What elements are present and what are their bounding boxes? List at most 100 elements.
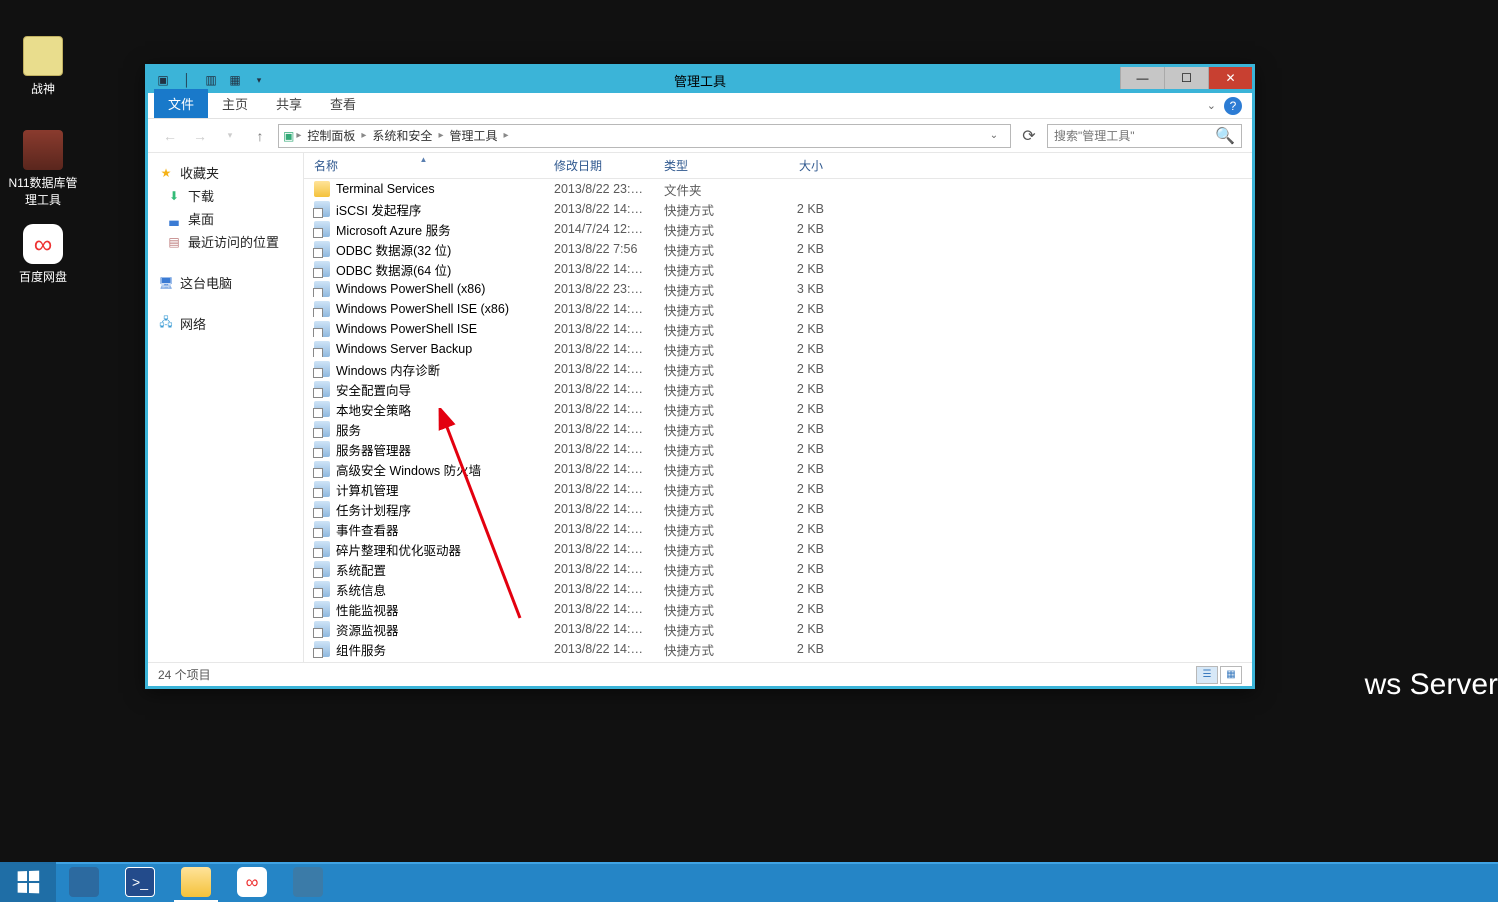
- close-button[interactable]: ✕: [1208, 67, 1252, 89]
- file-row[interactable]: 系统信息2013/8/22 14:53快捷方式2 KB: [304, 579, 1252, 599]
- up-button[interactable]: ↑: [248, 124, 272, 148]
- file-row[interactable]: 组件服务2013/8/22 14:57快捷方式2 KB: [304, 639, 1252, 659]
- file-row[interactable]: 服务2013/8/22 14:54快捷方式2 KB: [304, 419, 1252, 439]
- dropdown-icon[interactable]: ▾: [250, 71, 268, 89]
- breadcrumb-segment[interactable]: 控制面板: [303, 127, 359, 144]
- chevron-right-icon[interactable]: ▸: [503, 130, 508, 141]
- file-size: 2 KB: [764, 322, 834, 336]
- start-button[interactable]: [0, 862, 56, 902]
- new-folder-icon[interactable]: ▦: [226, 71, 244, 89]
- sidebar-item-downloads[interactable]: ⬇ 下载: [148, 184, 303, 207]
- sidebar-item-recent[interactable]: ▤ 最近访问的位置: [148, 230, 303, 253]
- file-row[interactable]: 安全配置向导2013/8/22 14:45快捷方式2 KB: [304, 379, 1252, 399]
- file-row[interactable]: ODBC 数据源(64 位)2013/8/22 14:59快捷方式2 KB: [304, 259, 1252, 279]
- folder-icon: [314, 181, 330, 197]
- file-list[interactable]: Terminal Services2013/8/22 23:39文件夹iSCSI…: [304, 179, 1252, 662]
- address-bar[interactable]: ▣ ▸ 控制面板 ▸ 系统和安全 ▸ 管理工具 ▸ ⌄: [278, 124, 1011, 148]
- taskbar-baidupan[interactable]: ∞: [224, 862, 280, 902]
- icons-view-button[interactable]: ▦: [1220, 666, 1242, 684]
- details-view-button[interactable]: ☰: [1196, 666, 1218, 684]
- file-type: 文件夹: [654, 180, 764, 199]
- address-dropdown-icon[interactable]: ⌄: [982, 124, 1006, 148]
- file-row[interactable]: 事件查看器2013/8/22 14:55快捷方式2 KB: [304, 519, 1252, 539]
- taskbar-server-manager[interactable]: [56, 862, 112, 902]
- file-name: ODBC 数据源(64 位): [336, 260, 451, 279]
- file-row[interactable]: 本地安全策略2013/8/22 14:54快捷方式2 KB: [304, 399, 1252, 419]
- file-name: 性能监视器: [336, 600, 399, 619]
- download-icon: ⬇: [166, 188, 182, 204]
- file-row[interactable]: ODBC 数据源(32 位)2013/8/22 7:56快捷方式2 KB: [304, 239, 1252, 259]
- shortcut-icon: [314, 281, 330, 297]
- shortcut-icon: [314, 381, 330, 397]
- file-row[interactable]: 资源监视器2013/8/22 14:52快捷方式2 KB: [304, 619, 1252, 639]
- breadcrumb-segment[interactable]: 管理工具: [445, 127, 501, 144]
- file-name: Windows PowerShell (x86): [336, 282, 485, 296]
- column-headers: ▲ 名称 修改日期 类型 大小: [304, 153, 1252, 179]
- file-row[interactable]: Windows PowerShell (x86)2013/8/22 23:37快…: [304, 279, 1252, 299]
- recent-dropdown[interactable]: ▾: [218, 124, 242, 148]
- file-row[interactable]: 系统配置2013/8/22 14:53快捷方式2 KB: [304, 559, 1252, 579]
- search-icon[interactable]: 🔍: [1215, 126, 1235, 146]
- chevron-right-icon[interactable]: ▸: [361, 130, 366, 141]
- file-row[interactable]: Windows PowerShell ISE2013/8/22 14:55快捷方…: [304, 319, 1252, 339]
- maximize-button[interactable]: ☐: [1164, 67, 1208, 89]
- tab-file[interactable]: 文件: [154, 89, 208, 118]
- tab-share[interactable]: 共享: [262, 89, 316, 118]
- help-button[interactable]: ?: [1224, 97, 1242, 115]
- forward-button[interactable]: →: [188, 124, 212, 148]
- taskbar-explorer[interactable]: [168, 862, 224, 902]
- file-row[interactable]: 服务器管理器2013/8/22 14:55快捷方式2 KB: [304, 439, 1252, 459]
- sidebar-thispc[interactable]: 🖥 这台电脑: [148, 271, 303, 294]
- file-row[interactable]: Microsoft Azure 服务2014/7/24 12:02快捷方式2 K…: [304, 219, 1252, 239]
- chevron-right-icon[interactable]: ▸: [296, 130, 301, 141]
- desktop-icon-label: N11数据库管理工具: [4, 174, 82, 208]
- file-type: 快捷方式: [654, 440, 764, 459]
- ribbon-expand-icon[interactable]: ⌄: [1207, 99, 1216, 112]
- taskbar-powershell[interactable]: >_: [112, 862, 168, 902]
- sidebar-favorites-header[interactable]: ★ 收藏夹: [148, 161, 303, 184]
- sidebar-network[interactable]: 🖧 网络: [148, 312, 303, 335]
- file-size: 2 KB: [764, 402, 834, 416]
- file-row[interactable]: Terminal Services2013/8/22 23:39文件夹: [304, 179, 1252, 199]
- back-button[interactable]: ←: [158, 124, 182, 148]
- file-date: 2013/8/22 14:59: [544, 262, 654, 276]
- sidebar-item-desktop[interactable]: ▃ 桌面: [148, 207, 303, 230]
- breadcrumb-segment[interactable]: 系统和安全: [368, 127, 436, 144]
- file-row[interactable]: Windows PowerShell ISE (x86)2013/8/22 14…: [304, 299, 1252, 319]
- column-name[interactable]: ▲ 名称: [304, 157, 544, 174]
- file-row[interactable]: Windows Server Backup2013/8/22 14:53快捷方式…: [304, 339, 1252, 359]
- refresh-button[interactable]: ⟳: [1017, 124, 1041, 148]
- taskbar-admin-tools[interactable]: [280, 862, 336, 902]
- file-row[interactable]: 计算机管理2013/8/22 14:54快捷方式2 KB: [304, 479, 1252, 499]
- search-box[interactable]: 🔍: [1047, 124, 1242, 148]
- properties-icon[interactable]: ▥: [202, 71, 220, 89]
- file-row[interactable]: 高级安全 Windows 防火墙2013/8/22 14:45快捷方式2 KB: [304, 459, 1252, 479]
- file-row[interactable]: Windows 内存诊断2013/8/22 14:52快捷方式2 KB: [304, 359, 1252, 379]
- tab-view[interactable]: 查看: [316, 89, 370, 118]
- shortcut-icon: [314, 421, 330, 437]
- column-date[interactable]: 修改日期: [544, 157, 654, 174]
- desktop-icon-baidupan[interactable]: 百度网盘: [4, 224, 82, 285]
- file-name: 碎片整理和优化驱动器: [336, 540, 461, 559]
- column-size[interactable]: 大小: [764, 157, 834, 174]
- file-date: 2013/8/22 7:56: [544, 242, 654, 256]
- explorer-icon: [181, 867, 211, 897]
- divider-icon: │: [178, 71, 196, 89]
- shortcut-icon: [314, 301, 330, 317]
- desktop-icon-n11[interactable]: N11数据库管理工具: [4, 130, 82, 208]
- powershell-icon: >_: [125, 867, 155, 897]
- file-row[interactable]: iSCSI 发起程序2013/8/22 14:57快捷方式2 KB: [304, 199, 1252, 219]
- desktop-icon-zhanshen[interactable]: 战神: [4, 36, 82, 97]
- file-name: 本地安全策略: [336, 400, 411, 419]
- minimize-button[interactable]: —: [1120, 67, 1164, 89]
- file-date: 2013/8/22 14:55: [544, 522, 654, 536]
- file-row[interactable]: 碎片整理和优化驱动器2013/8/22 14:47快捷方式2 KB: [304, 539, 1252, 559]
- tab-home[interactable]: 主页: [208, 89, 262, 118]
- sidebar-item-label: 桌面: [188, 209, 214, 228]
- file-row[interactable]: 性能监视器2013/8/22 14:52快捷方式2 KB: [304, 599, 1252, 619]
- search-input[interactable]: [1054, 129, 1215, 143]
- column-type[interactable]: 类型: [654, 157, 764, 174]
- file-size: 2 KB: [764, 502, 834, 516]
- file-row[interactable]: 任务计划程序2013/8/22 14:55快捷方式2 KB: [304, 499, 1252, 519]
- chevron-right-icon[interactable]: ▸: [438, 130, 443, 141]
